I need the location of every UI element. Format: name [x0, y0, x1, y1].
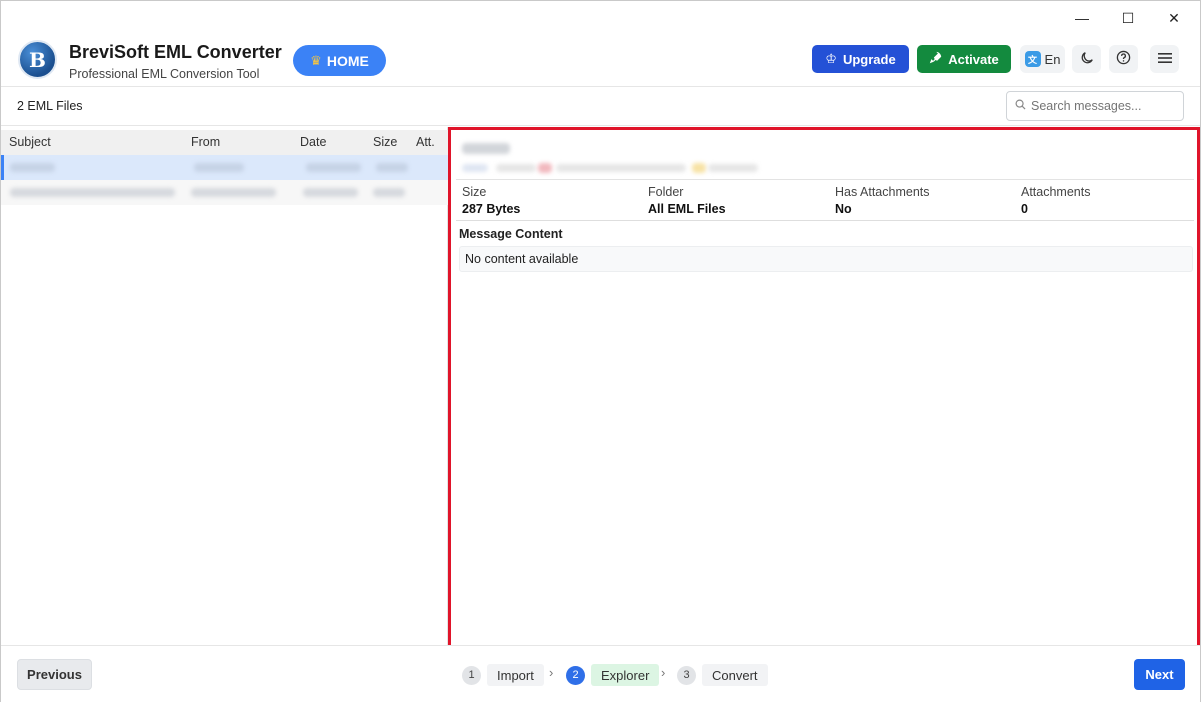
next-button[interactable]: Next: [1134, 659, 1185, 690]
app-logo: B: [18, 40, 57, 79]
crown-icon: ♛: [310, 52, 322, 68]
app-window: — ☐ ✕ B BreviSoft EML Converter Professi…: [0, 0, 1201, 702]
activate-button[interactable]: Activate: [917, 45, 1011, 73]
meta-value: All EML Files: [648, 202, 726, 216]
step-explorer: 2 Explorer: [566, 664, 660, 686]
meta-has-attachments: Has Attachments No: [835, 185, 930, 216]
step-number: 1: [462, 665, 481, 685]
close-button[interactable]: ✕: [1151, 1, 1197, 35]
meta-label: Folder: [648, 185, 684, 199]
message-content-label: Message Content: [459, 227, 563, 241]
step-label: Convert: [702, 664, 768, 686]
activate-button-label: Activate: [948, 51, 999, 67]
meta-attachments: Attachments 0: [1021, 185, 1090, 216]
column-from[interactable]: From: [191, 135, 220, 149]
meta-size: Size 287 Bytes: [462, 185, 520, 216]
crown-outline-icon: ♔: [825, 51, 837, 66]
step-number: 3: [677, 665, 696, 685]
upgrade-button[interactable]: ♔ Upgrade: [812, 45, 909, 73]
file-count: 2 EML Files: [17, 99, 83, 113]
previous-button[interactable]: Previous: [17, 659, 92, 690]
search-box[interactable]: [1006, 91, 1184, 121]
app-subtitle: Professional EML Conversion Tool: [69, 67, 260, 81]
message-detail: Size 287 Bytes Folder All EML Files Has …: [448, 127, 1200, 654]
column-attachments[interactable]: Att.: [416, 135, 435, 149]
moon-icon: [1080, 51, 1094, 68]
step-label: Explorer: [591, 664, 660, 686]
meta-value: No: [835, 202, 852, 216]
list-header: Subject From Date Size Att.: [1, 130, 448, 155]
message-content: No content available: [459, 246, 1193, 272]
app-title: BreviSoft EML Converter: [69, 42, 282, 62]
column-date[interactable]: Date: [300, 135, 326, 149]
chevron-right-icon: ›: [661, 665, 666, 680]
step-label: Import: [487, 664, 544, 686]
meta-label: Has Attachments: [835, 185, 930, 199]
app-header: B BreviSoft EML Converter Professional E…: [1, 35, 1200, 87]
meta-label: Size: [462, 185, 487, 199]
meta-label: Attachments: [1021, 185, 1091, 199]
column-size[interactable]: Size: [373, 135, 397, 149]
table-row[interactable]: [1, 155, 448, 180]
help-button[interactable]: [1109, 45, 1138, 73]
message-list: Subject From Date Size Att.: [1, 127, 448, 645]
language-label: En: [1044, 51, 1061, 67]
minimize-button[interactable]: —: [1059, 1, 1105, 35]
meta-value: 287 Bytes: [462, 202, 521, 216]
message-metadata: Size 287 Bytes Folder All EML Files Has …: [456, 181, 1194, 221]
step-convert: 3 Convert: [677, 664, 768, 686]
chevron-right-icon: ›: [549, 665, 554, 680]
step-import: 1 Import: [462, 664, 544, 686]
search-icon: [1015, 99, 1026, 113]
wizard-footer: Previous 1 Import › 2 Explorer › 3 Conve…: [1, 645, 1200, 702]
menu-button[interactable]: [1150, 45, 1179, 73]
hamburger-icon: [1157, 52, 1172, 67]
toolbar: 2 EML Files: [1, 88, 1200, 126]
column-subject[interactable]: Subject: [9, 135, 51, 149]
rocket-icon: [929, 51, 942, 67]
maximize-button[interactable]: ☐: [1105, 1, 1151, 35]
language-button[interactable]: 文 En: [1020, 45, 1065, 73]
upgrade-button-label: Upgrade: [842, 51, 896, 67]
home-button[interactable]: ♛ HOME: [293, 45, 386, 76]
home-button-label: HOME: [326, 52, 369, 69]
meta-value: 0: [1021, 202, 1028, 216]
translate-icon: 文: [1024, 51, 1041, 67]
title-bar: — ☐ ✕: [1, 1, 1200, 35]
table-row[interactable]: [1, 180, 448, 205]
step-number: 2: [566, 665, 585, 685]
search-input[interactable]: [1031, 99, 1171, 113]
message-header: [456, 133, 1194, 180]
meta-folder: Folder All EML Files: [648, 185, 726, 216]
question-icon: [1116, 50, 1131, 68]
dark-mode-button[interactable]: [1072, 45, 1101, 73]
